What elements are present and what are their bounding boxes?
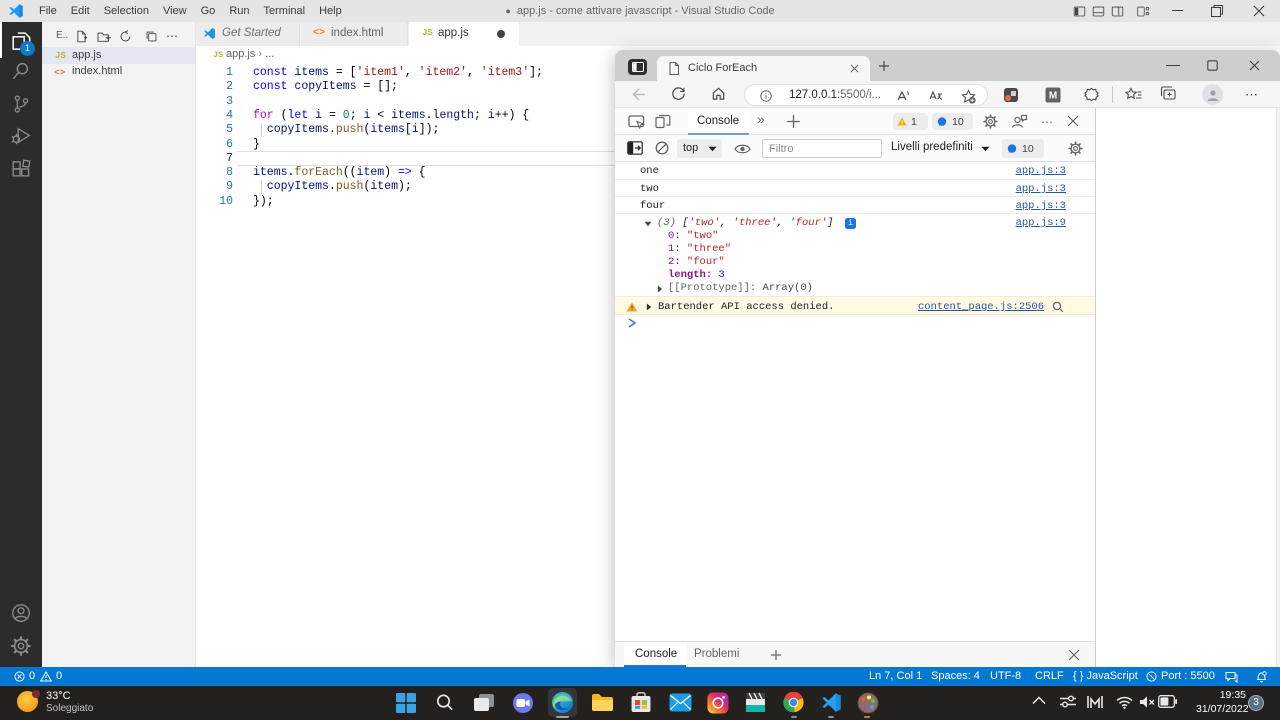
- svg-text:M: M: [1049, 91, 1057, 102]
